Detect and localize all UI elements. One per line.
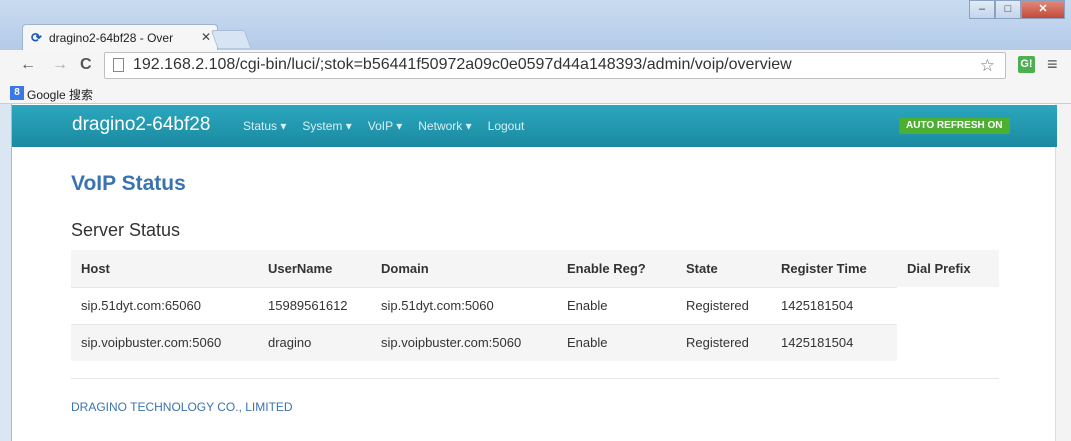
tab-title: dragino2-64bf28 - Over bbox=[49, 31, 174, 45]
window-edge bbox=[0, 104, 12, 441]
forward-icon[interactable]: → bbox=[52, 56, 68, 74]
col-domain: Domain bbox=[371, 250, 557, 287]
browser-titlebar: ⟳ dragino2-64bf28 - Over ✕ – □ ✕ bbox=[0, 0, 1071, 50]
col-enable-reg: Enable Reg? bbox=[557, 250, 676, 287]
back-icon[interactable]: ← bbox=[20, 56, 36, 74]
col-username: UserName bbox=[258, 250, 371, 287]
nav-status[interactable]: Status ▾ bbox=[243, 119, 286, 133]
cell-username: dragino bbox=[258, 323, 371, 361]
menu-icon[interactable]: ≡ bbox=[1047, 54, 1058, 75]
col-host: Host bbox=[71, 250, 258, 287]
bookmark-star-icon[interactable]: ☆ bbox=[980, 56, 995, 76]
cell-enable-reg: Enable bbox=[557, 323, 676, 361]
brand[interactable]: dragino2-64bf28 bbox=[72, 114, 210, 136]
browser-toolbar: ← → C 192.168.2.108/cgi-bin/luci/;stok=b… bbox=[0, 50, 1071, 82]
url-text[interactable]: 192.168.2.108/cgi-bin/luci/;stok=b56441f… bbox=[133, 56, 792, 74]
extension-icon[interactable]: G! bbox=[1018, 56, 1035, 73]
cell-host: sip.51dyt.com:65060 bbox=[71, 286, 258, 324]
cell-dial-prefix bbox=[897, 287, 999, 324]
col-state: State bbox=[676, 250, 771, 287]
google-icon: 8 bbox=[10, 86, 24, 100]
nav-network[interactable]: Network ▾ bbox=[418, 119, 471, 133]
reload-icon[interactable]: C bbox=[80, 56, 92, 74]
maximize-button[interactable]: □ bbox=[995, 0, 1021, 19]
scrollbar[interactable] bbox=[1055, 104, 1071, 441]
cell-username: 15989561612 bbox=[258, 286, 371, 324]
browser-tab[interactable]: ⟳ dragino2-64bf28 - Over ✕ bbox=[22, 24, 218, 50]
table-header-row: Host UserName Domain Enable Reg? State R… bbox=[71, 250, 999, 287]
page-icon bbox=[113, 58, 124, 72]
nav-system[interactable]: System ▾ bbox=[302, 119, 351, 133]
cell-domain: sip.voipbuster.com:5060 bbox=[371, 323, 557, 361]
window-controls: – □ ✕ bbox=[969, 0, 1065, 20]
col-register-time: Register Time bbox=[771, 250, 897, 287]
cell-register-time: 1425181504 bbox=[771, 286, 897, 324]
cell-register-time: 1425181504 bbox=[771, 323, 897, 361]
cell-state: Registered bbox=[676, 323, 771, 361]
footer-link[interactable]: DRAGINO TECHNOLOGY CO., LIMITED bbox=[71, 400, 293, 414]
app-navbar: dragino2-64bf28 Status ▾ System ▾ VoIP ▾… bbox=[12, 105, 1057, 147]
cell-dial-prefix bbox=[897, 324, 999, 361]
section-title: Server Status bbox=[71, 220, 181, 240]
cell-state: Registered bbox=[676, 286, 771, 324]
bookmarks-bar: 8 Google 搜索 bbox=[0, 82, 1071, 104]
page-title: VoIP Status bbox=[71, 172, 186, 195]
bookmark-google[interactable]: Google 搜索 bbox=[27, 86, 93, 103]
table-row: sip.51dyt.com:65060 15989561612 sip.51dy… bbox=[71, 286, 999, 324]
divider bbox=[71, 378, 999, 379]
main-nav: Status ▾ System ▾ VoIP ▾ Network ▾ Logou… bbox=[243, 119, 540, 133]
col-dial-prefix: Dial Prefix bbox=[897, 250, 999, 287]
close-window-button[interactable]: ✕ bbox=[1021, 0, 1065, 19]
luci-icon: ⟳ bbox=[31, 30, 42, 45]
new-tab-button[interactable] bbox=[210, 30, 252, 48]
cell-host: sip.voipbuster.com:5060 bbox=[71, 323, 258, 361]
auto-refresh-toggle[interactable]: AUTO REFRESH ON bbox=[899, 118, 1010, 134]
cell-domain: sip.51dyt.com:5060 bbox=[371, 286, 557, 324]
close-tab-icon[interactable]: ✕ bbox=[201, 30, 211, 44]
server-status-table: Host UserName Domain Enable Reg? State R… bbox=[71, 250, 999, 361]
table-row: sip.voipbuster.com:5060 dragino sip.voip… bbox=[71, 323, 999, 361]
address-bar[interactable]: 192.168.2.108/cgi-bin/luci/;stok=b56441f… bbox=[104, 52, 1006, 79]
cell-enable-reg: Enable bbox=[557, 286, 676, 324]
nav-logout[interactable]: Logout bbox=[488, 119, 525, 133]
nav-voip[interactable]: VoIP ▾ bbox=[368, 119, 403, 133]
minimize-button[interactable]: – bbox=[969, 0, 995, 19]
